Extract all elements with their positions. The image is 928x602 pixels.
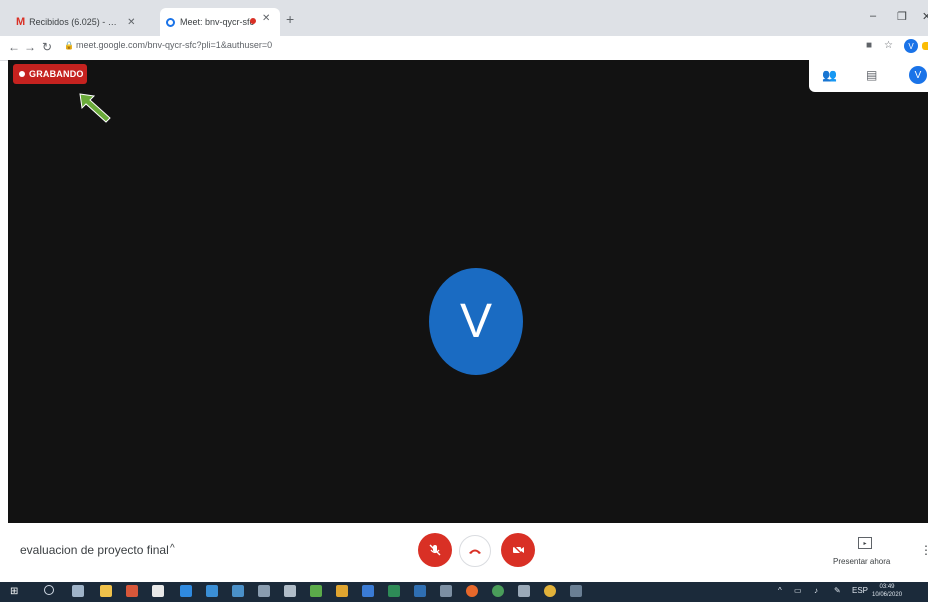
extension-icon[interactable] (922, 42, 928, 50)
app-icon[interactable] (570, 585, 582, 597)
task-view-icon[interactable] (72, 585, 84, 597)
url-field[interactable]: meet.google.com/bnv-qycr-sfc?pli=1&authu… (76, 40, 272, 50)
chrome-active-icon[interactable] (544, 585, 556, 597)
app-icon[interactable] (440, 585, 452, 597)
office-icon[interactable] (126, 585, 138, 597)
self-avatar[interactable]: V (909, 66, 927, 84)
tab-gmail[interactable]: M Recibidos (6.025) - vladimirgonz ✕ (16, 8, 156, 36)
profile-avatar[interactable]: V (904, 39, 918, 53)
store-icon[interactable] (152, 585, 164, 597)
gmail-icon: M (16, 16, 26, 28)
close-window-icon[interactable]: ✕ (922, 10, 928, 23)
recording-badge: GRABANDO (13, 64, 87, 84)
system-clock[interactable]: 03:49 10/06/2020 (872, 583, 902, 599)
meeting-details-button[interactable]: evaluacion de proyecto final (20, 543, 169, 557)
clock-time: 03:49 (879, 584, 895, 590)
firefox-icon[interactable] (466, 585, 478, 597)
network-icon[interactable]: ▭ (794, 586, 802, 595)
app-icon[interactable] (336, 585, 348, 597)
excel-icon[interactable] (388, 585, 400, 597)
app-icon[interactable] (258, 585, 270, 597)
camera-indicator-icon[interactable]: ■ (866, 40, 872, 51)
clock-date: 10/06/2020 (872, 592, 903, 598)
windows-taskbar (0, 582, 928, 602)
mic-off-icon (429, 544, 441, 556)
pen-icon[interactable]: ✎ (834, 586, 841, 595)
more-options-icon[interactable]: ⋮ (920, 543, 928, 557)
windows-start-icon[interactable]: ⊞ (10, 586, 18, 597)
tab-label: Meet: bnv-qycr-sfc (180, 17, 255, 27)
forward-icon[interactable]: → (24, 40, 36, 54)
mail-icon[interactable] (206, 585, 218, 597)
maximize-icon[interactable]: ❐ (897, 10, 907, 23)
bookmark-star-icon[interactable]: ☆ (884, 40, 893, 51)
back-icon[interactable]: ← (8, 40, 20, 54)
tab-recording-dot-icon (250, 18, 256, 24)
green-arrow-icon (79, 93, 111, 123)
edge-icon[interactable] (180, 585, 192, 597)
present-icon[interactable]: ▸ (858, 537, 872, 549)
tray-chevron-icon[interactable]: ^ (778, 586, 782, 595)
present-now-button[interactable]: Presentar ahora (833, 557, 890, 566)
meet-icon (166, 17, 175, 27)
close-tab-icon[interactable]: ✕ (262, 13, 270, 24)
file-explorer-icon[interactable] (100, 585, 112, 597)
app-icon[interactable] (518, 585, 530, 597)
camera-off-button[interactable] (501, 533, 535, 567)
lock-icon: 🔒 (64, 41, 74, 50)
hang-up-button[interactable] (459, 535, 491, 567)
minimize-icon[interactable]: – (870, 10, 876, 22)
microphone-off-button[interactable] (418, 533, 452, 567)
participant-avatar: V (429, 268, 523, 375)
app-icon[interactable] (414, 585, 426, 597)
chat-icon[interactable]: ▤ (866, 68, 877, 82)
tab-label: Recibidos (6.025) - vladimirgonz (29, 17, 121, 27)
search-icon[interactable] (44, 585, 54, 595)
chevron-up-icon[interactable]: ^ (170, 543, 175, 554)
camera-off-icon (512, 544, 524, 556)
app-icon[interactable] (284, 585, 296, 597)
recording-label: GRABANDO (29, 69, 84, 79)
new-tab-button[interactable]: + (286, 11, 294, 27)
reload-icon[interactable]: ↻ (42, 40, 52, 54)
chrome-icon[interactable] (492, 585, 504, 597)
close-tab-icon[interactable]: ✕ (127, 17, 135, 28)
word-icon[interactable] (362, 585, 374, 597)
volume-icon[interactable]: ♪ (814, 586, 818, 595)
phone-hangup-icon (469, 549, 481, 554)
app-icon[interactable] (310, 585, 322, 597)
app-icon[interactable] (232, 585, 244, 597)
participants-icon[interactable]: 👥 (822, 68, 837, 82)
language-indicator[interactable]: ESP (852, 586, 868, 595)
record-dot-icon (19, 71, 25, 77)
